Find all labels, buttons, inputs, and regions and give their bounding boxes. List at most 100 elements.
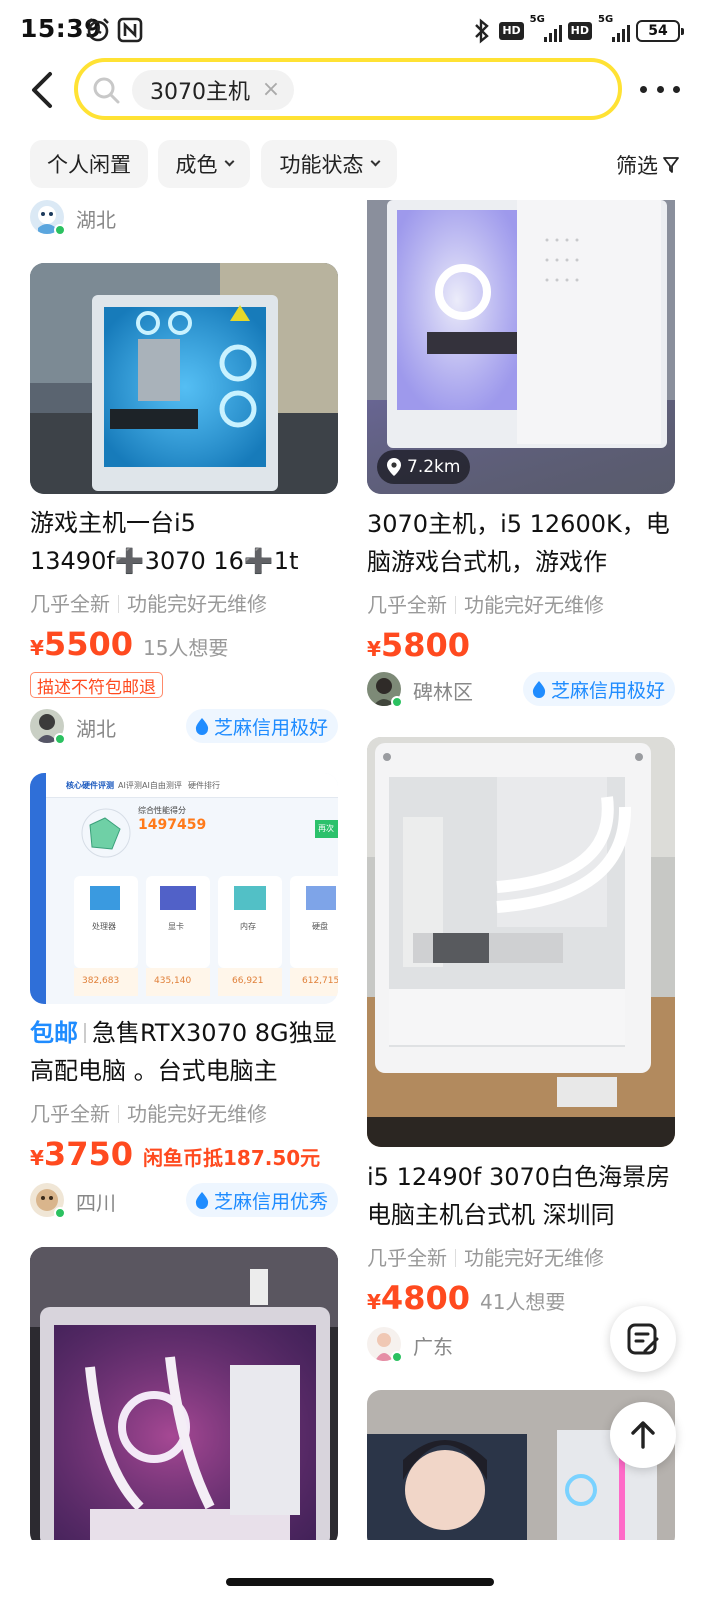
product-image: 核心硬件评测 AI评测 AI自由测评 硬件排行 综合性能得分 1497459 再…	[30, 773, 338, 1004]
condition-tag: 几乎全新	[367, 1246, 447, 1270]
currency-symbol: ¥	[30, 1146, 44, 1170]
product-card[interactable]: 游戏主机一台i5 13490f➕3070 16➕1t 几乎全新 功能完好无维修 ¥…	[30, 263, 338, 745]
status-bar: 15:39 HD 5G HD 5G 54	[0, 0, 720, 60]
image-text: 显卡	[168, 922, 184, 931]
filter-button[interactable]: 筛选	[616, 150, 680, 180]
back-button[interactable]	[24, 68, 64, 112]
price-row: ¥ 5800	[367, 626, 480, 664]
product-price: 5500	[43, 625, 133, 663]
credit-label: 芝麻信用极好	[550, 679, 665, 702]
product-title: 游戏主机一台i5 13490f➕3070 16➕1t	[30, 509, 299, 575]
product-title: 3070主机，i5 12600K，电脑游戏台式机，游戏作	[367, 510, 670, 576]
product-price: 3750	[43, 1135, 133, 1173]
product-tags: 几乎全新 功能完好无维修	[30, 1098, 267, 1127]
product-title: i5 12490f 3070白色海景房电脑主机台式机 深圳同	[367, 1163, 671, 1229]
filter-label: 功能状态	[279, 153, 364, 177]
distance-badge: 7.2km	[377, 450, 471, 484]
chevron-down-icon	[224, 156, 234, 167]
battery-icon: 54	[636, 20, 684, 42]
funnel-icon	[663, 157, 679, 173]
image-text: 382,683	[82, 976, 120, 986]
online-indicator	[391, 696, 403, 708]
condition-tag: 几乎全新	[30, 592, 110, 616]
search-query-chip[interactable]: 3070主机 ×	[132, 70, 294, 110]
currency-symbol: ¥	[30, 636, 44, 660]
image-text: 综合性能得分	[138, 806, 186, 815]
credit-drop-icon	[195, 1192, 209, 1209]
hd-badge-2: HD	[567, 22, 592, 40]
product-card[interactable]: 核心硬件评测 AI评测 AI自由测评 硬件排行 综合性能得分 1497459 再…	[30, 773, 338, 1243]
location-pin-icon	[387, 458, 401, 476]
online-indicator	[391, 1351, 403, 1363]
filter-label: 个人闲置	[47, 153, 131, 177]
image-text: 66,921	[232, 976, 264, 986]
product-image	[30, 263, 338, 494]
image-text: 612,715	[302, 976, 338, 986]
product-tags: 几乎全新 功能完好无维修	[367, 589, 604, 618]
image-text: 内存	[240, 922, 256, 931]
search-query-text: 3070主机	[150, 80, 250, 105]
filter-label: 成色	[175, 153, 218, 177]
image-text: 硬盘	[312, 922, 328, 931]
arrow-up-icon	[631, 1421, 655, 1449]
credit-label: 芝麻信用优秀	[213, 1190, 328, 1213]
product-card[interactable]: i5 12490f 3070白色海景房电脑主机台式机 深圳同 几乎全新 功能完好无…	[367, 737, 675, 1377]
condition-tag: 几乎全新	[367, 593, 447, 617]
online-indicator	[54, 1207, 66, 1219]
edit-note-button[interactable]	[610, 1306, 676, 1372]
back-to-top-button[interactable]	[610, 1402, 676, 1468]
hd-badge-1: HD	[499, 22, 524, 40]
wants-count: 15人想要	[142, 636, 229, 660]
search-icon	[93, 77, 120, 104]
seller-location: 碑林区	[413, 680, 473, 704]
filter-condition[interactable]: 成色	[158, 140, 250, 188]
product-card[interactable]	[30, 1247, 338, 1540]
condition-tag: 几乎全新	[30, 1102, 110, 1126]
guarantee-tag: 描述不符包邮退	[30, 672, 163, 698]
product-card[interactable]: 7.2km 3070主机，i5 12600K，电脑游戏台式机，游戏作 几乎全新功…	[367, 200, 675, 710]
price-row: ¥ 4800 41人想要	[367, 1279, 565, 1317]
bluetooth-icon	[475, 18, 490, 44]
search-bar[interactable]: 3070主机 ×	[74, 58, 622, 120]
seller-location: 湖北	[76, 208, 116, 232]
credit-drop-icon	[532, 681, 546, 698]
filter-function-status[interactable]: 功能状态	[261, 140, 397, 188]
image-text: AI评测	[118, 781, 142, 790]
nfc-icon	[117, 17, 143, 43]
distance-text: 7.2km	[407, 457, 461, 477]
credit-drop-icon	[195, 718, 209, 735]
seller-row[interactable]: 碑林区 芝麻信用极好	[367, 672, 675, 708]
online-indicator	[54, 224, 66, 236]
image-text: 再次	[318, 824, 334, 833]
credit-label: 芝麻信用极好	[213, 716, 328, 739]
price-row: ¥ 3750 闲鱼币抵187.50元	[30, 1135, 320, 1173]
signal-2-icon: 5G	[598, 14, 630, 42]
clear-query-icon[interactable]: ×	[260, 79, 282, 101]
seller-location: 广东	[413, 1335, 453, 1359]
seller-row[interactable]: 湖北	[30, 200, 338, 236]
coin-discount: 闲鱼币抵187.50元	[142, 1146, 321, 1170]
filter-personal-idle[interactable]: 个人闲置	[30, 140, 148, 188]
image-text: 1497459	[138, 817, 207, 833]
image-text: 硬件排行	[188, 781, 220, 790]
seller-location: 四川	[76, 1191, 116, 1215]
filter-row: 个人闲置 成色 功能状态 筛选	[0, 140, 720, 190]
more-options-button[interactable]	[640, 72, 680, 106]
function-tag: 功能完好无维修	[127, 592, 267, 616]
more-dot-icon	[640, 85, 647, 93]
function-tag: 功能完好无维修	[127, 1102, 267, 1126]
seller-row[interactable]: 四川 芝麻信用优秀	[30, 1183, 338, 1219]
product-price: 5800	[380, 626, 470, 664]
edit-note-icon	[627, 1323, 659, 1355]
credit-badge: 芝麻信用极好	[522, 672, 675, 706]
home-indicator[interactable]	[226, 1578, 494, 1586]
image-text: AI自由测评	[142, 781, 182, 790]
seller-location: 湖北	[76, 717, 116, 741]
price-row: ¥ 5500 15人想要	[30, 625, 228, 663]
credit-badge: 芝麻信用极好	[185, 709, 338, 743]
seller-row[interactable]: 湖北 芝麻信用极好	[30, 709, 338, 745]
image-text: 核心硬件评测	[66, 781, 114, 790]
online-indicator	[54, 733, 66, 745]
signal-1-icon: 5G	[530, 14, 562, 42]
product-image	[367, 737, 675, 1147]
